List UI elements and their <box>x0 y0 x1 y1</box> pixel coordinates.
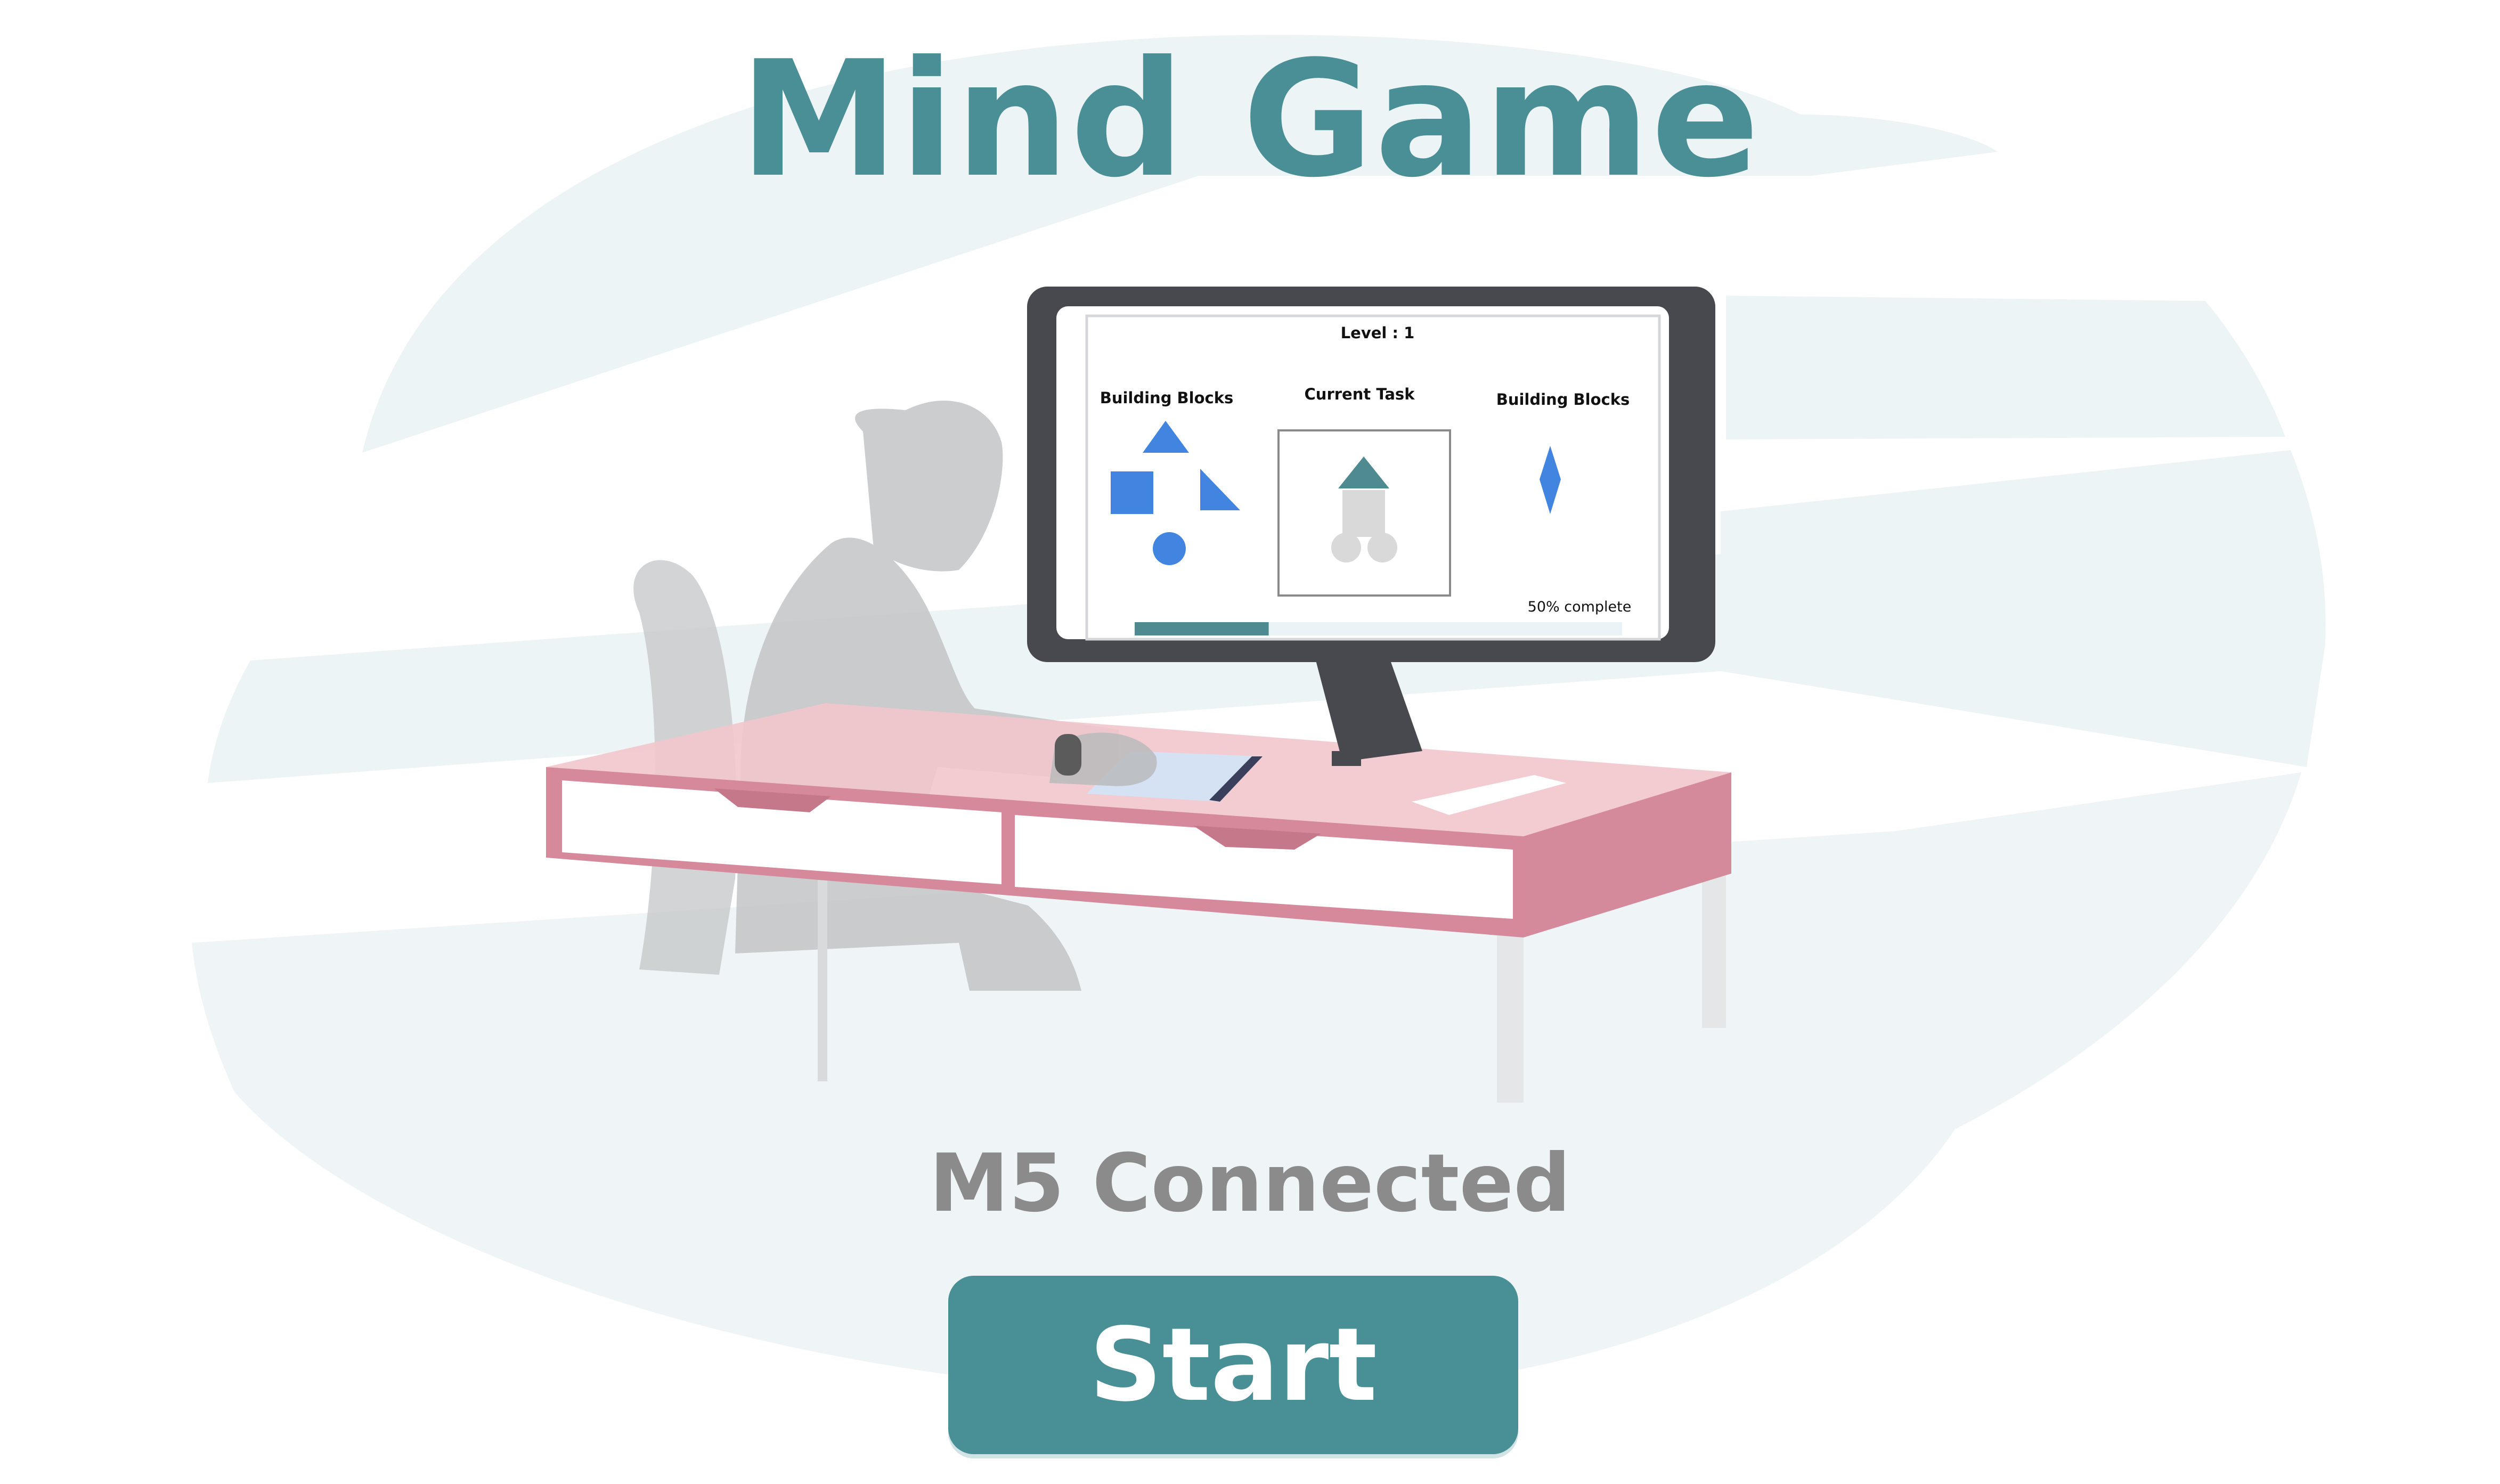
start-button[interactable]: Start <box>948 1276 1518 1454</box>
smartwatch-icon <box>1055 734 1081 776</box>
hero-illustration: Level : 1 Building Blocks Current Task B… <box>192 35 2326 1396</box>
progress-fill <box>1135 622 1269 635</box>
app-title: Mind Game <box>739 27 1761 213</box>
progress-label: 50% complete <box>1528 599 1632 615</box>
connection-status: M5 Connected <box>929 1137 1571 1230</box>
right-panel-title: Building Blocks <box>1496 390 1630 409</box>
level-label: Level : 1 <box>1341 324 1415 342</box>
center-panel-title: Current Task <box>1305 385 1415 403</box>
left-panel-title: Building Blocks <box>1100 389 1234 407</box>
